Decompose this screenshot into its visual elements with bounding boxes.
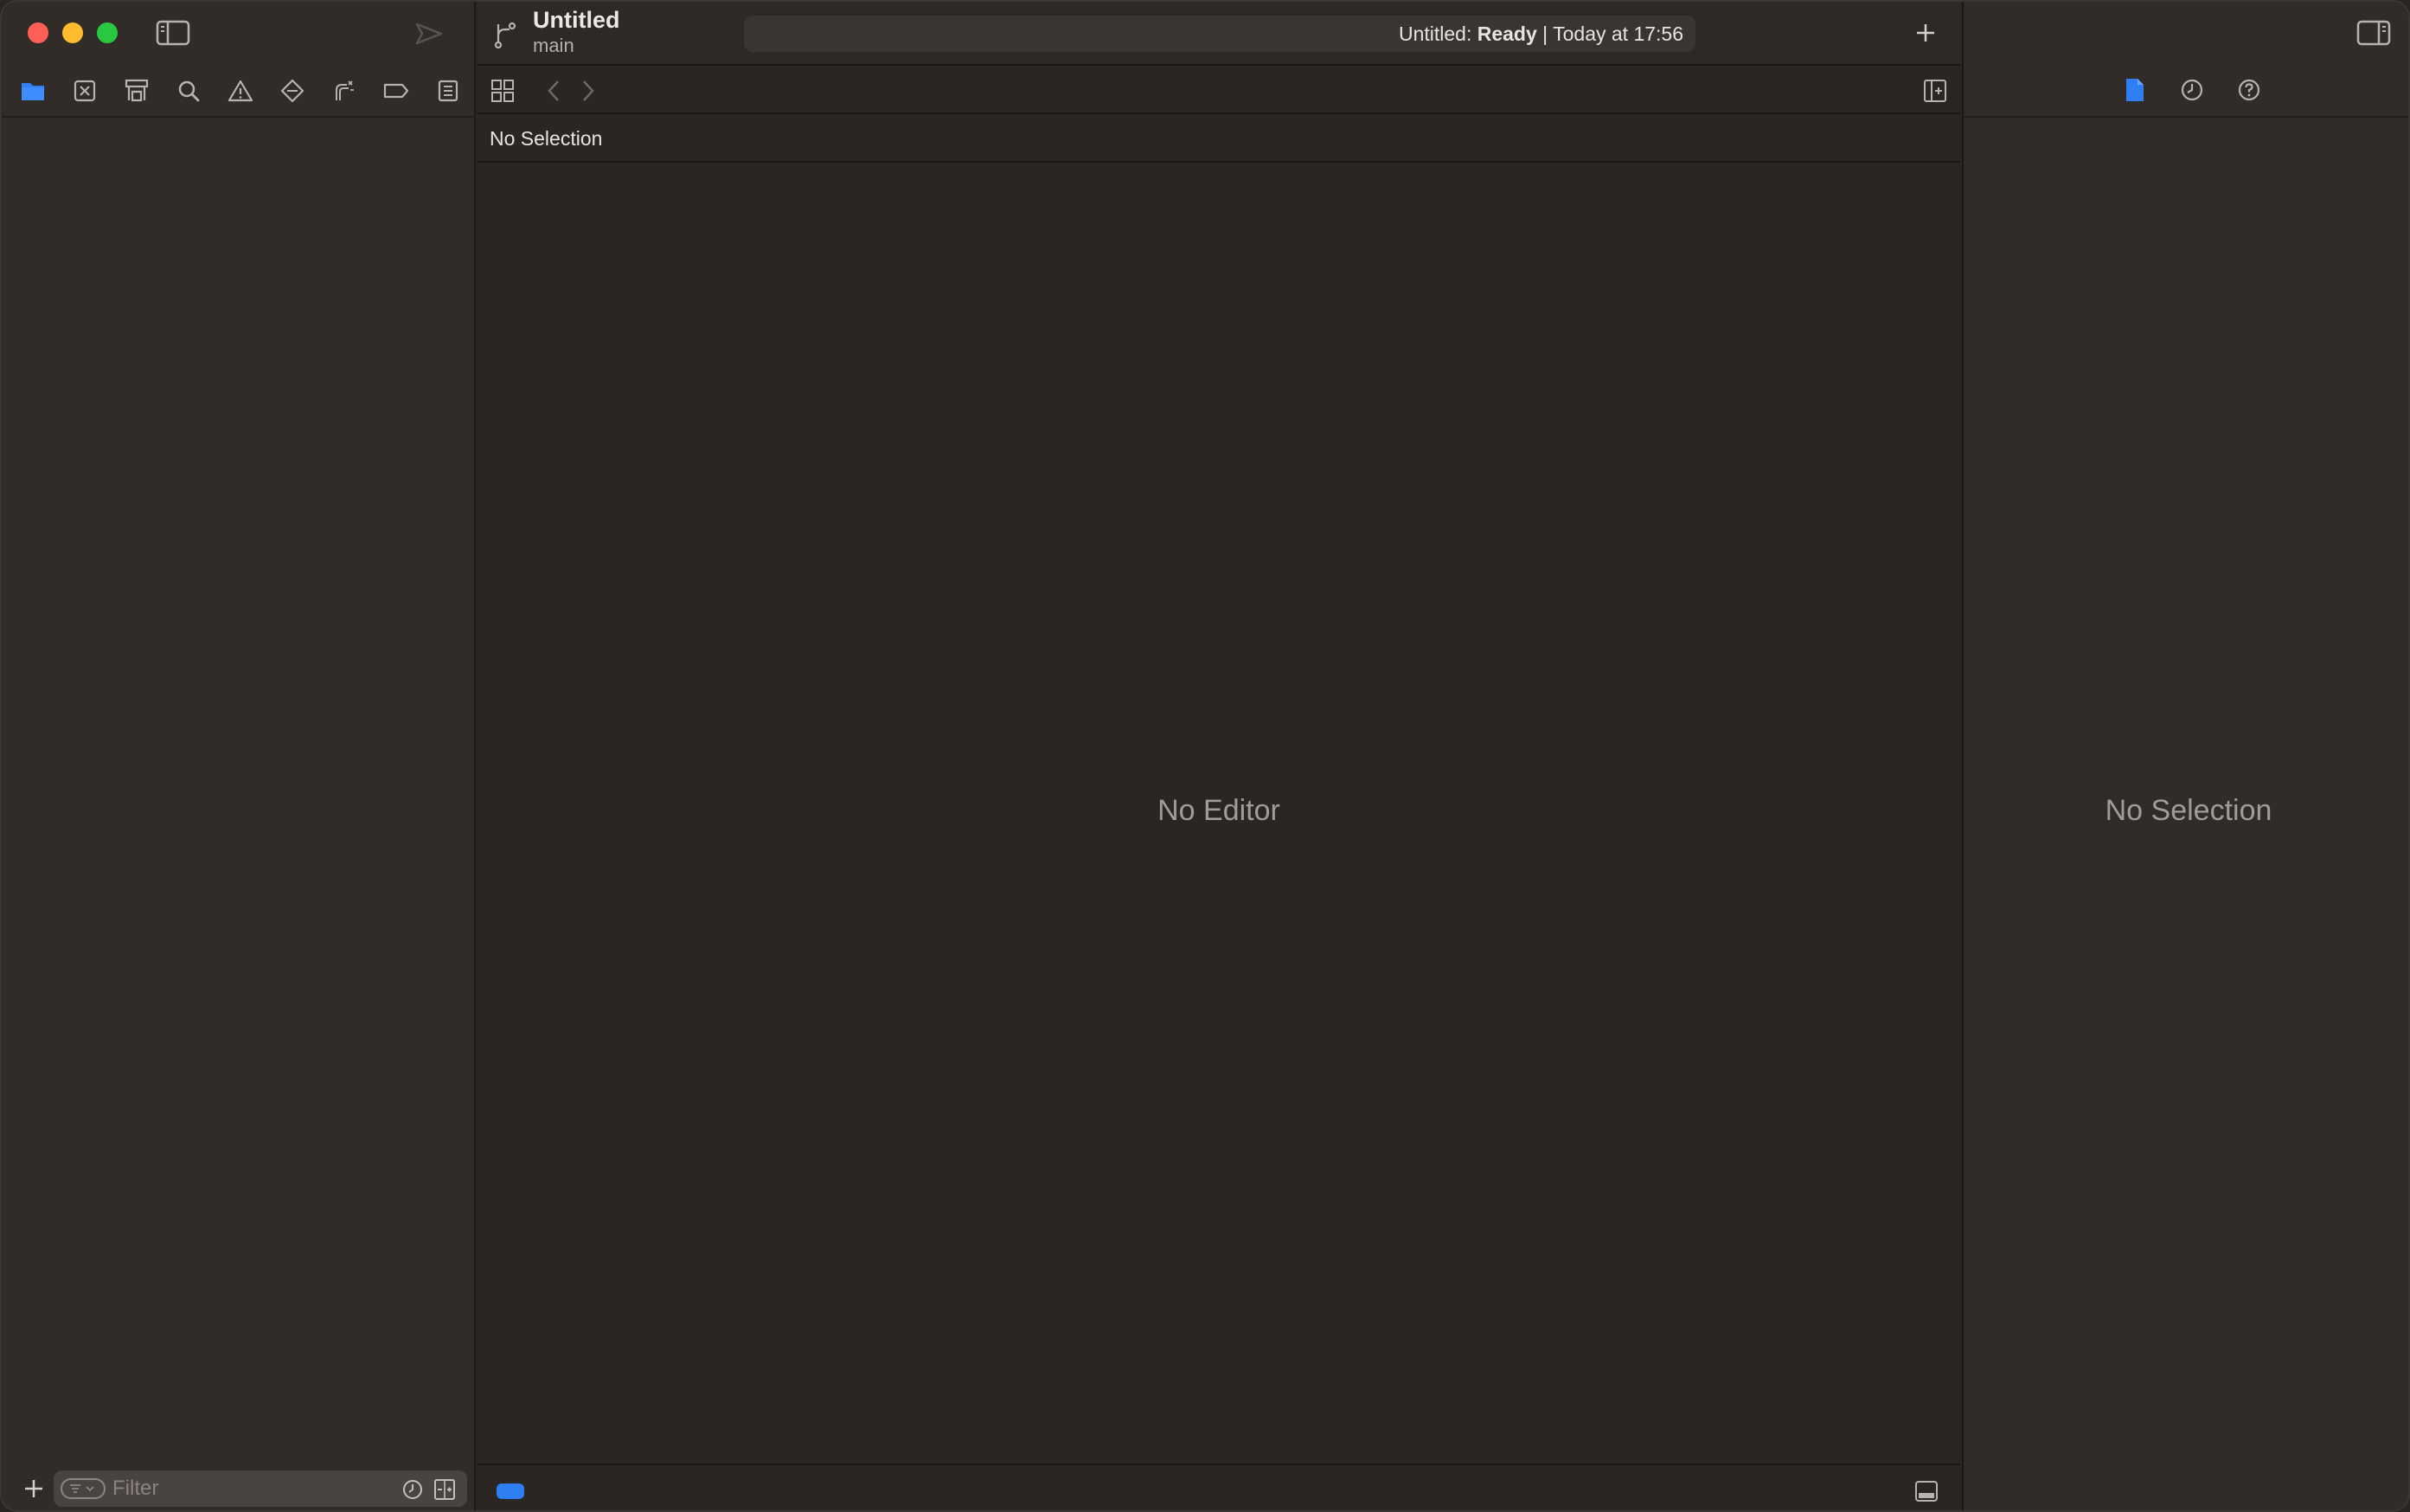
inspector-panel: No Selection [1962,2,2408,1510]
add-editor-split-icon[interactable] [1922,78,1948,104]
breakpoints-toggle-icon[interactable] [497,1483,524,1499]
back-chevron-icon[interactable] [543,78,564,104]
activity-timestamp: | Today at 17:56 [1536,22,1683,45]
editor-toolbar [478,67,1960,114]
project-title[interactable]: Untitled [533,7,620,34]
add-file-plus-icon[interactable] [21,1476,47,1502]
branch-icon[interactable] [491,19,519,50]
project-navigator-folder-icon[interactable] [17,75,48,106]
find-navigator-search-icon[interactable] [173,75,204,106]
source-control-changes-icon[interactable] [433,1477,457,1502]
xcode-window: Untitled main Untitled: Ready | Today at… [0,0,2410,1512]
close-window-button[interactable] [28,22,48,43]
jump-bar[interactable]: No Selection [478,116,1960,163]
symbol-navigator-icon[interactable] [121,75,152,106]
library-plus-icon[interactable] [1912,19,1939,47]
divider [1964,116,2408,118]
inspector-empty-message: No Selection [2105,794,2272,827]
inspector-toolbar [1964,2,2408,66]
filter-field [54,1470,467,1507]
breakpoint-navigator-icon[interactable] [381,75,412,106]
window-controls [2,2,476,66]
report-navigator-icon[interactable] [433,75,464,106]
forward-chevron-icon[interactable] [578,78,599,104]
toolbar: Untitled main Untitled: Ready | Today at… [478,2,1960,66]
run-destination-icon[interactable] [415,21,443,47]
activity-prefix: Untitled: [1398,22,1477,45]
navigator-filter-bar [2,1464,476,1510]
issue-navigator-warning-icon[interactable] [225,75,256,106]
debug-area-toggle-icon[interactable] [1913,1479,1939,1503]
quick-help-question-icon[interactable] [2235,74,2263,106]
recent-files-clock-icon[interactable] [401,1478,424,1501]
editor-area: Untitled main Untitled: Ready | Today at… [478,2,1960,1510]
sidebar-toggle-icon[interactable] [156,19,190,47]
empty-editor-message: No Editor [1157,794,1280,827]
divider [2,116,476,118]
history-inspector-clock-icon[interactable] [2178,74,2206,106]
navigator-tabs [2,69,476,112]
branch-name[interactable]: main [533,35,574,57]
zoom-window-button[interactable] [97,22,118,43]
jump-bar-label: No Selection [490,127,603,150]
inspector-tabs [1964,69,2408,112]
debug-bar [478,1464,1960,1510]
source-control-navigator-icon[interactable] [69,75,100,106]
inspector-toggle-icon[interactable] [2356,19,2391,47]
file-inspector-document-icon[interactable] [2121,74,2149,106]
minimize-window-button[interactable] [62,22,83,43]
activity-status: Ready [1477,22,1537,45]
activity-status-text: Untitled: Ready | Today at 17:56 [1399,22,1683,46]
filter-options-icon[interactable] [61,1478,106,1499]
navigator-sidebar [2,2,476,1510]
debug-navigator-icon[interactable] [329,75,360,106]
related-items-grid-icon[interactable] [490,78,516,104]
filter-input[interactable] [112,1477,372,1500]
test-navigator-icon[interactable] [277,75,308,106]
activity-view[interactable]: Untitled: Ready | Today at 17:56 [744,16,1695,52]
